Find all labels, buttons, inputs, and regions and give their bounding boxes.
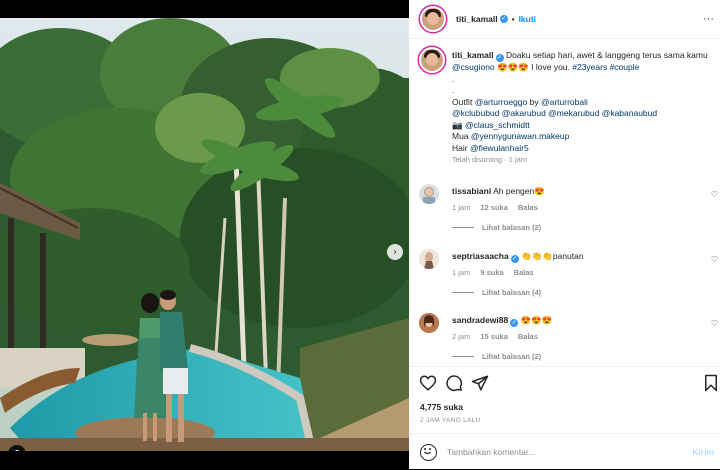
more-options-button[interactable]: ··· xyxy=(703,13,714,25)
comment-username[interactable]: tissabiani xyxy=(452,186,491,196)
send-comment-button[interactable]: Kirim xyxy=(692,447,714,457)
caption-text: Outfit xyxy=(452,96,475,107)
mention-link[interactable]: @kclububud @akarubud @mekarubud @kabanau… xyxy=(452,108,657,118)
verified-icon: ✓ xyxy=(495,54,504,62)
comment-age[interactable]: 1 jam xyxy=(452,268,470,277)
comment-likes[interactable]: 12 suka xyxy=(480,203,508,212)
post-details-panel: titi_kamall ✓ • Ikuti ··· titi_kamall ✓ D… xyxy=(409,0,720,469)
reply-button[interactable]: Balas xyxy=(518,332,538,341)
separator-dot: • xyxy=(511,14,515,24)
comment-heart-icon[interactable]: ♡ xyxy=(711,255,718,264)
caption-text: Hair xyxy=(452,142,470,153)
caption-text: I love you. xyxy=(531,62,573,72)
mention-link[interactable]: @csugiono xyxy=(452,62,495,72)
comment-icon[interactable] xyxy=(445,374,463,392)
post-username[interactable]: titi_kamall xyxy=(456,14,498,24)
caption-username[interactable]: titi_kamall xyxy=(452,50,494,60)
caption-text: Mua xyxy=(452,131,471,141)
hashtag-link[interactable]: #23years xyxy=(572,62,607,72)
comment-input[interactable]: Tambahkan komentar... xyxy=(447,447,692,457)
reply-button[interactable]: Balas xyxy=(518,203,538,212)
mention-link[interactable]: @fiewulanhair5 xyxy=(470,143,529,153)
user-tag-icon xyxy=(15,450,19,451)
view-replies-button[interactable]: Lihat balasan (2) xyxy=(452,223,541,232)
comment-text: Ah pengen😍 xyxy=(491,186,545,196)
follow-button[interactable]: Ikuti xyxy=(519,14,536,24)
comment-username[interactable]: sandradewi88 xyxy=(452,315,508,325)
emoji-icon[interactable] xyxy=(420,443,437,461)
caption-dot: . xyxy=(452,73,455,84)
comment-username[interactable]: septriasaacha xyxy=(452,251,509,261)
comment-likes[interactable]: 15 suka xyxy=(480,332,508,341)
caption-dot: . xyxy=(452,85,455,95)
view-replies-button[interactable]: Lihat balasan (4) xyxy=(452,288,541,297)
bookmark-icon[interactable] xyxy=(702,374,720,392)
avatar[interactable] xyxy=(419,313,439,333)
view-replies-label: Lihat balasan (2) xyxy=(482,352,542,361)
post-photo[interactable]: › xyxy=(0,18,409,451)
add-comment-bar: Tambahkan komentar... Kirim xyxy=(409,433,720,470)
share-icon[interactable] xyxy=(471,374,489,392)
post-header: titi_kamall ✓ • Ikuti ··· xyxy=(409,0,720,39)
mention-link[interactable]: @claus_schmidtt xyxy=(465,120,530,130)
photo-image xyxy=(0,18,409,451)
caption-text: by xyxy=(527,96,541,107)
caption-text: Doaku setiap hari, awet & langgeng terus… xyxy=(503,50,708,60)
comment-text: 👏👏👏panutan xyxy=(518,251,584,261)
likes-count[interactable]: 4,775 suka xyxy=(420,402,463,412)
verified-icon: ✓ xyxy=(510,255,519,263)
reply-button[interactable]: Balas xyxy=(514,268,534,277)
caption-emojis: 😍😍😍 xyxy=(494,62,532,72)
camera-emoji: 📷 xyxy=(452,119,465,130)
mention-link[interactable]: @arturrobali xyxy=(541,97,588,107)
view-replies-label: Lihat balasan (4) xyxy=(482,288,542,297)
caption-avatar[interactable] xyxy=(419,47,445,73)
view-replies-label: Lihat balasan (2) xyxy=(482,223,542,232)
comment-text: 😍😍😍 xyxy=(518,315,553,325)
hashtag-link[interactable]: #couple xyxy=(607,62,640,72)
avatar[interactable] xyxy=(419,249,439,269)
comment-item: tissabiani Ah pengen😍 1 jam 12 suka Bala… xyxy=(419,184,720,239)
comment-age[interactable]: 2 jam xyxy=(452,332,470,341)
carousel-next-button[interactable]: › xyxy=(387,244,403,260)
avatar[interactable] xyxy=(419,184,439,204)
comment-heart-icon[interactable]: ♡ xyxy=(711,190,718,199)
comment-item: septriasaacha ✓ 👏👏👏panutan 1 jam 9 suka B… xyxy=(419,249,720,304)
comment-age[interactable]: 1 jam xyxy=(452,203,470,212)
edited-timestamp: Telah disunting · 1 jam xyxy=(452,155,528,164)
comment-likes[interactable]: 9 suka xyxy=(480,268,503,277)
post-timestamp[interactable]: 2 JAM YANG LALU xyxy=(420,417,481,424)
mention-link[interactable]: @arturroeggo xyxy=(475,97,528,107)
chevron-right-icon: › xyxy=(393,246,397,258)
mention-link[interactable]: @yennygunawan.makeup xyxy=(471,131,569,141)
comment-heart-icon[interactable]: ♡ xyxy=(711,319,718,328)
heart-icon[interactable] xyxy=(419,374,437,392)
verified-icon: ✓ xyxy=(499,15,508,23)
post-modal: › titi_kamall ✓ • Ikuti ··· titi_kamall ✓… xyxy=(0,0,720,469)
view-replies-button[interactable]: Lihat balasan (2) xyxy=(452,352,541,361)
comment-item: sandradewi88 ✓ 😍😍😍 2 jam 15 suka Balas Li… xyxy=(419,313,720,368)
avatar[interactable] xyxy=(420,6,446,32)
